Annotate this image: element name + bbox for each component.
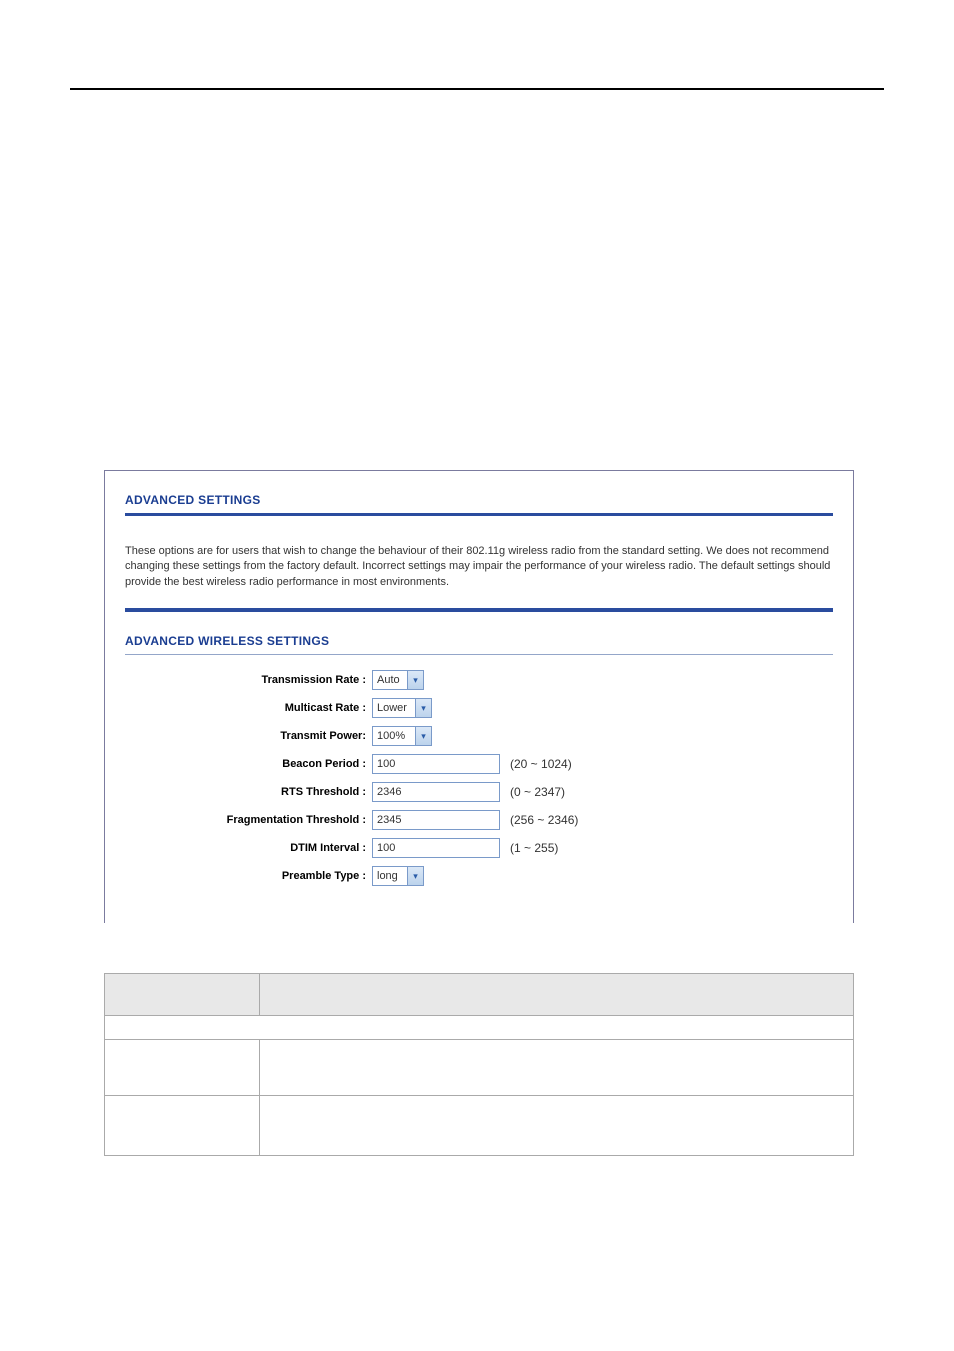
section-title-advanced-settings: ADVANCED SETTINGS <box>125 493 833 507</box>
page-header-rule <box>70 0 884 90</box>
select-transmission-rate[interactable]: Auto ▾ <box>372 670 424 690</box>
chevron-down-icon: ▾ <box>407 671 423 689</box>
table-cell <box>105 1096 260 1156</box>
label-multicast-rate: Multicast Rate : <box>125 697 372 719</box>
label-transmit-power: Transmit Power: <box>125 725 372 747</box>
label-beacon-period: Beacon Period : <box>125 753 372 775</box>
label-dtim-interval: DTIM Interval : <box>125 837 372 859</box>
select-value: Auto <box>377 669 407 691</box>
label-preamble-type: Preamble Type : <box>125 865 372 887</box>
row-preamble-type: Preamble Type : long ▾ <box>125 865 833 887</box>
row-fragmentation-threshold: Fragmentation Threshold : (256 ~ 2346) <box>125 809 833 831</box>
advanced-settings-panel: ADVANCED SETTINGS These options are for … <box>104 470 854 923</box>
table-cell <box>260 1096 853 1156</box>
row-transmission-rate: Transmission Rate : Auto ▾ <box>125 669 833 691</box>
row-dtim-interval: DTIM Interval : (1 ~ 255) <box>125 837 833 859</box>
input-fragmentation-threshold[interactable] <box>372 810 500 830</box>
select-value: Lower <box>377 697 415 719</box>
input-beacon-period[interactable] <box>372 754 500 774</box>
chevron-down-icon: ▾ <box>415 727 431 745</box>
hint-dtim-interval: (1 ~ 255) <box>510 837 558 859</box>
section-description: These options are for users that wish to… <box>125 544 833 590</box>
divider <box>125 513 833 516</box>
table-cell <box>260 1040 853 1096</box>
table-header-cell <box>105 974 260 1016</box>
input-dtim-interval[interactable] <box>372 838 500 858</box>
spacer <box>0 90 954 470</box>
divider <box>125 654 833 655</box>
label-fragmentation-threshold: Fragmentation Threshold : <box>125 809 372 831</box>
select-value: 100% <box>377 725 415 747</box>
hint-fragmentation-threshold: (256 ~ 2346) <box>510 809 578 831</box>
section-title-advanced-wireless: ADVANCED WIRELESS SETTINGS <box>125 634 833 648</box>
input-rts-threshold[interactable] <box>372 782 500 802</box>
chevron-down-icon: ▾ <box>407 867 423 885</box>
select-transmit-power[interactable]: 100% ▾ <box>372 726 432 746</box>
hint-beacon-period: (20 ~ 1024) <box>510 753 572 775</box>
divider <box>125 608 833 612</box>
table-cell <box>105 1040 260 1096</box>
table-row <box>105 1016 853 1040</box>
label-rts-threshold: RTS Threshold : <box>125 781 372 803</box>
select-value: long <box>377 865 407 887</box>
table-header-cell <box>260 974 853 1016</box>
empty-table <box>104 973 854 1156</box>
select-multicast-rate[interactable]: Lower ▾ <box>372 698 432 718</box>
row-beacon-period: Beacon Period : (20 ~ 1024) <box>125 753 833 775</box>
row-rts-threshold: RTS Threshold : (0 ~ 2347) <box>125 781 833 803</box>
hint-rts-threshold: (0 ~ 2347) <box>510 781 565 803</box>
select-preamble-type[interactable]: long ▾ <box>372 866 424 886</box>
chevron-down-icon: ▾ <box>415 699 431 717</box>
row-transmit-power: Transmit Power: 100% ▾ <box>125 725 833 747</box>
row-multicast-rate: Multicast Rate : Lower ▾ <box>125 697 833 719</box>
label-transmission-rate: Transmission Rate : <box>125 669 372 691</box>
